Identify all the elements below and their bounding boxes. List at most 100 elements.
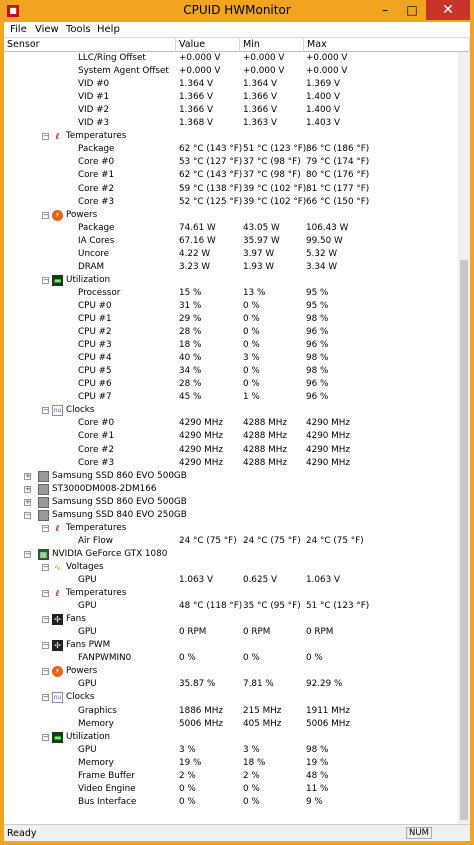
sensor-group-row[interactable]: − ✢ Fans PWM	[4, 639, 458, 652]
expand-toggle[interactable]: +	[24, 498, 31, 506]
sensor-row[interactable]: CPU #6 28 % 0 % 96 %	[4, 378, 458, 391]
device-row[interactable]: + ST3000DM008-2DM166	[4, 483, 458, 496]
collapse-toggle[interactable]: −	[42, 733, 49, 741]
sensor-row[interactable]: Core #3 4290 MHz 4288 MHz 4290 MHz	[4, 457, 458, 470]
maximize-button[interactable]: □	[398, 0, 426, 20]
column-sensor[interactable]: Sensor	[4, 38, 176, 52]
column-value[interactable]: Value	[176, 38, 240, 52]
sensor-row[interactable]: Uncore 4.22 W 3.97 W 5.32 W	[4, 248, 458, 261]
collapse-toggle[interactable]: −	[24, 550, 31, 558]
menu-bar: File View Tools Help	[4, 22, 470, 38]
title-bar[interactable]: ■ CPUID HWMonitor – □ ✕	[0, 0, 474, 22]
sensor-group-row[interactable]: − ⚡ Powers	[4, 209, 458, 222]
sensor-row[interactable]: VID #2 1.366 V 1.366 V 1.400 V	[4, 104, 458, 117]
sensor-row[interactable]: Memory 19 % 18 % 19 %	[4, 757, 458, 770]
sensor-row[interactable]: VID #1 1.366 V 1.366 V 1.400 V	[4, 91, 458, 104]
sensor-row[interactable]: Graphics 1886 MHz 215 MHz 1911 MHz	[4, 705, 458, 718]
close-button[interactable]: ✕	[426, 0, 470, 20]
collapse-toggle[interactable]: −	[24, 511, 31, 519]
device-row[interactable]: + Samsung SSD 860 EVO 500GB	[4, 470, 458, 483]
sensor-row[interactable]: CPU #5 34 % 0 % 98 %	[4, 365, 458, 378]
sensor-group-row[interactable]: − ✢ Fans	[4, 613, 458, 626]
sensor-row[interactable]: Air Flow 24 °C (75 °F) 24 °C (75 °F) 24 °C …	[4, 535, 458, 548]
sensor-group-row[interactable]: − nu Clocks	[4, 691, 458, 704]
sensor-max: 4290 MHz	[306, 444, 351, 455]
device-row[interactable]: − ▦ NVIDIA GeForce GTX 1080	[4, 548, 458, 561]
collapse-toggle[interactable]: −	[42, 563, 49, 571]
sensor-row[interactable]: CPU #0 31 % 0 % 95 %	[4, 300, 458, 313]
sensor-row[interactable]: Core #2 59 °C (138 °F) 39 °C (102 °F) 81 °C…	[4, 183, 458, 196]
sensor-row[interactable]: DRAM 3.23 W 1.93 W 3.34 W	[4, 261, 458, 274]
sensor-group-row[interactable]: − ∿ Voltages	[4, 561, 458, 574]
collapse-toggle[interactable]: −	[42, 642, 49, 650]
scrollbar-thumb[interactable]	[460, 260, 468, 820]
sensor-row[interactable]: FANPWMIN0 0 % 0 % 0 %	[4, 652, 458, 665]
collapse-toggle[interactable]: −	[42, 694, 49, 702]
device-row[interactable]: − Samsung SSD 840 EVO 250GB	[4, 509, 458, 522]
collapse-toggle[interactable]: −	[42, 407, 49, 415]
device-row[interactable]: + Samsung SSD 860 EVO 500GB	[4, 496, 458, 509]
collapse-toggle[interactable]: −	[42, 668, 49, 676]
sensor-row[interactable]: System Agent Offset +0.000 V +0.000 V +0.00…	[4, 65, 458, 78]
sensor-row[interactable]: Frame Buffer 2 % 2 % 48 %	[4, 770, 458, 783]
sensor-row[interactable]: CPU #7 45 % 1 % 96 %	[4, 391, 458, 404]
sensor-row[interactable]: Core #2 4290 MHz 4288 MHz 4290 MHz	[4, 444, 458, 457]
sensor-group-row[interactable]: − ℓ Temperatures	[4, 522, 458, 535]
sensor-row[interactable]: Core #0 4290 MHz 4288 MHz 4290 MHz	[4, 417, 458, 430]
sensor-row[interactable]: GPU 48 °C (118 °F) 35 °C (95 °F) 51 °C (123…	[4, 600, 458, 613]
sensor-max: 0 RPM	[306, 627, 334, 638]
sensor-row[interactable]: Core #0 53 °C (127 °F) 37 °C (98 °F) 79 °C …	[4, 156, 458, 169]
sensor-row[interactable]: Package 74.61 W 43.05 W 106.43 W	[4, 222, 458, 235]
sensor-row[interactable]: Bus Interface 0 % 0 % 9 %	[4, 796, 458, 809]
sensor-group-row[interactable]: − ℓ Temperatures	[4, 130, 458, 143]
sensor-value: 18 %	[179, 340, 202, 351]
sensor-row[interactable]: GPU 35.87 % 7.81 % 92.29 %	[4, 678, 458, 691]
sensor-row[interactable]: GPU 1.063 V 0.625 V 1.063 V	[4, 574, 458, 587]
sensor-row[interactable]: GPU 3 % 3 % 98 %	[4, 744, 458, 757]
sensor-row[interactable]: Core #1 4290 MHz 4288 MHz 4290 MHz	[4, 430, 458, 443]
sensor-group-row[interactable]: − ℓ Temperatures	[4, 587, 458, 600]
sensor-group-row[interactable]: − ▬ Utilization	[4, 274, 458, 287]
sensor-row[interactable]: Package 62 °C (143 °F) 51 °C (123 °F) 86 °C…	[4, 143, 458, 156]
collapse-toggle[interactable]: −	[42, 276, 49, 284]
expand-toggle[interactable]: +	[24, 472, 31, 480]
sensor-row[interactable]: IA Cores 67.16 W 35.97 W 99.50 W	[4, 235, 458, 248]
sensor-row[interactable]: Video Engine 0 % 0 % 11 %	[4, 783, 458, 796]
menu-tools[interactable]: Tools	[66, 24, 91, 35]
app-window: ■ CPUID HWMonitor – □ ✕ File View Tools …	[0, 0, 474, 845]
sensor-tree[interactable]: LLC/Ring Offset +0.000 V +0.000 V +0.000 VS…	[4, 52, 458, 824]
sensor-max: 0 %	[306, 653, 323, 664]
sensor-row[interactable]: GPU 0 RPM 0 RPM 0 RPM	[4, 626, 458, 639]
sensor-row[interactable]: Core #3 52 °C (125 °F) 39 °C (102 °F) 66 °C…	[4, 196, 458, 209]
utilization-icon: ▬	[52, 274, 63, 286]
sensor-group-row[interactable]: − ⚡ Powers	[4, 665, 458, 678]
sensor-group-row[interactable]: − nu Clocks	[4, 404, 458, 417]
sensor-row[interactable]: Memory 5006 MHz 405 MHz 5006 MHz	[4, 718, 458, 731]
sensor-group-row[interactable]: − ▬ Utilization	[4, 731, 458, 744]
sensor-row[interactable]: CPU #3 18 % 0 % 96 %	[4, 339, 458, 352]
sensor-row[interactable]: VID #3 1.368 V 1.363 V 1.403 V	[4, 117, 458, 130]
column-max[interactable]: Max	[304, 38, 470, 52]
sensor-max: 24 °C (75 °F)	[306, 535, 364, 546]
sensor-value: 1.366 V	[179, 105, 213, 116]
collapse-toggle[interactable]: −	[42, 590, 49, 598]
sensor-row[interactable]: LLC/Ring Offset +0.000 V +0.000 V +0.000 V	[4, 52, 458, 65]
sensor-row[interactable]: VID #0 1.364 V 1.364 V 1.369 V	[4, 78, 458, 91]
vertical-scrollbar[interactable]	[458, 52, 470, 824]
menu-file[interactable]: File	[10, 24, 27, 35]
minimize-button[interactable]: –	[372, 0, 398, 20]
collapse-toggle[interactable]: −	[42, 524, 49, 532]
column-min[interactable]: Min	[240, 38, 304, 52]
collapse-toggle[interactable]: −	[42, 211, 49, 219]
expand-toggle[interactable]: +	[24, 485, 31, 493]
sensor-row[interactable]: Core #1 62 °C (143 °F) 37 °C (98 °F) 80 °C …	[4, 169, 458, 182]
sensor-row[interactable]: CPU #4 40 % 3 % 98 %	[4, 352, 458, 365]
menu-help[interactable]: Help	[97, 24, 120, 35]
sensor-row[interactable]: CPU #1 29 % 0 % 98 %	[4, 313, 458, 326]
sensor-row[interactable]: CPU #2 28 % 0 % 96 %	[4, 326, 458, 339]
sensor-row[interactable]: Processor 15 % 13 % 95 %	[4, 287, 458, 300]
sensor-name: Powers	[66, 209, 98, 220]
collapse-toggle[interactable]: −	[42, 133, 49, 141]
menu-view[interactable]: View	[35, 24, 59, 35]
collapse-toggle[interactable]: −	[42, 616, 49, 624]
